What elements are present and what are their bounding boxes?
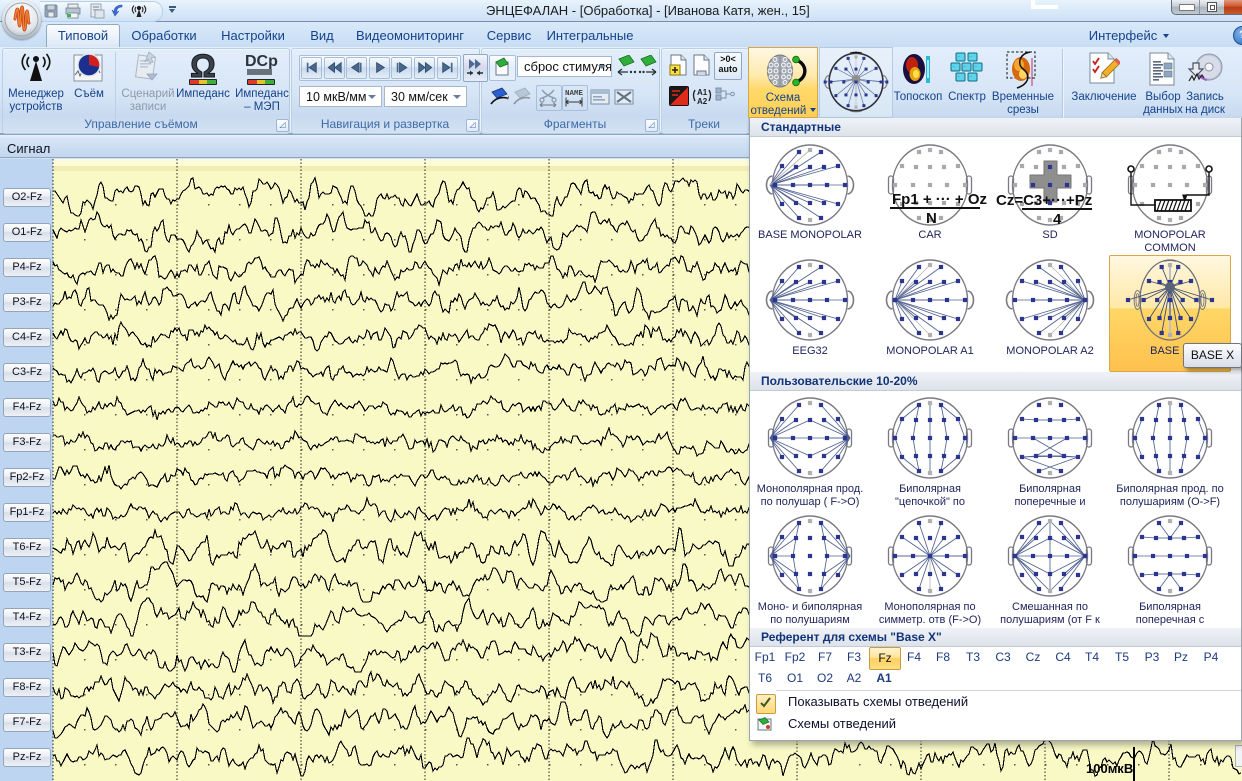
- svg-text:A2: A2: [697, 97, 708, 106]
- svg-text:NAME: NAME: [565, 90, 584, 98]
- svg-text:Cz=C3+···+Pz: Cz=C3+···+Pz: [996, 192, 1092, 209]
- svg-text:N: N: [926, 210, 937, 227]
- svg-text:4: 4: [1053, 211, 1062, 228]
- svg-text:100мкВ: 100мкВ: [1086, 761, 1133, 776]
- svg-text:Fp1 + ··· + Oz: Fp1 + ··· + Oz: [892, 191, 987, 208]
- svg-text:DCp: DCp: [245, 53, 278, 70]
- svg-text:Ω: Ω: [190, 50, 216, 84]
- svg-text:A1: A1: [697, 88, 708, 97]
